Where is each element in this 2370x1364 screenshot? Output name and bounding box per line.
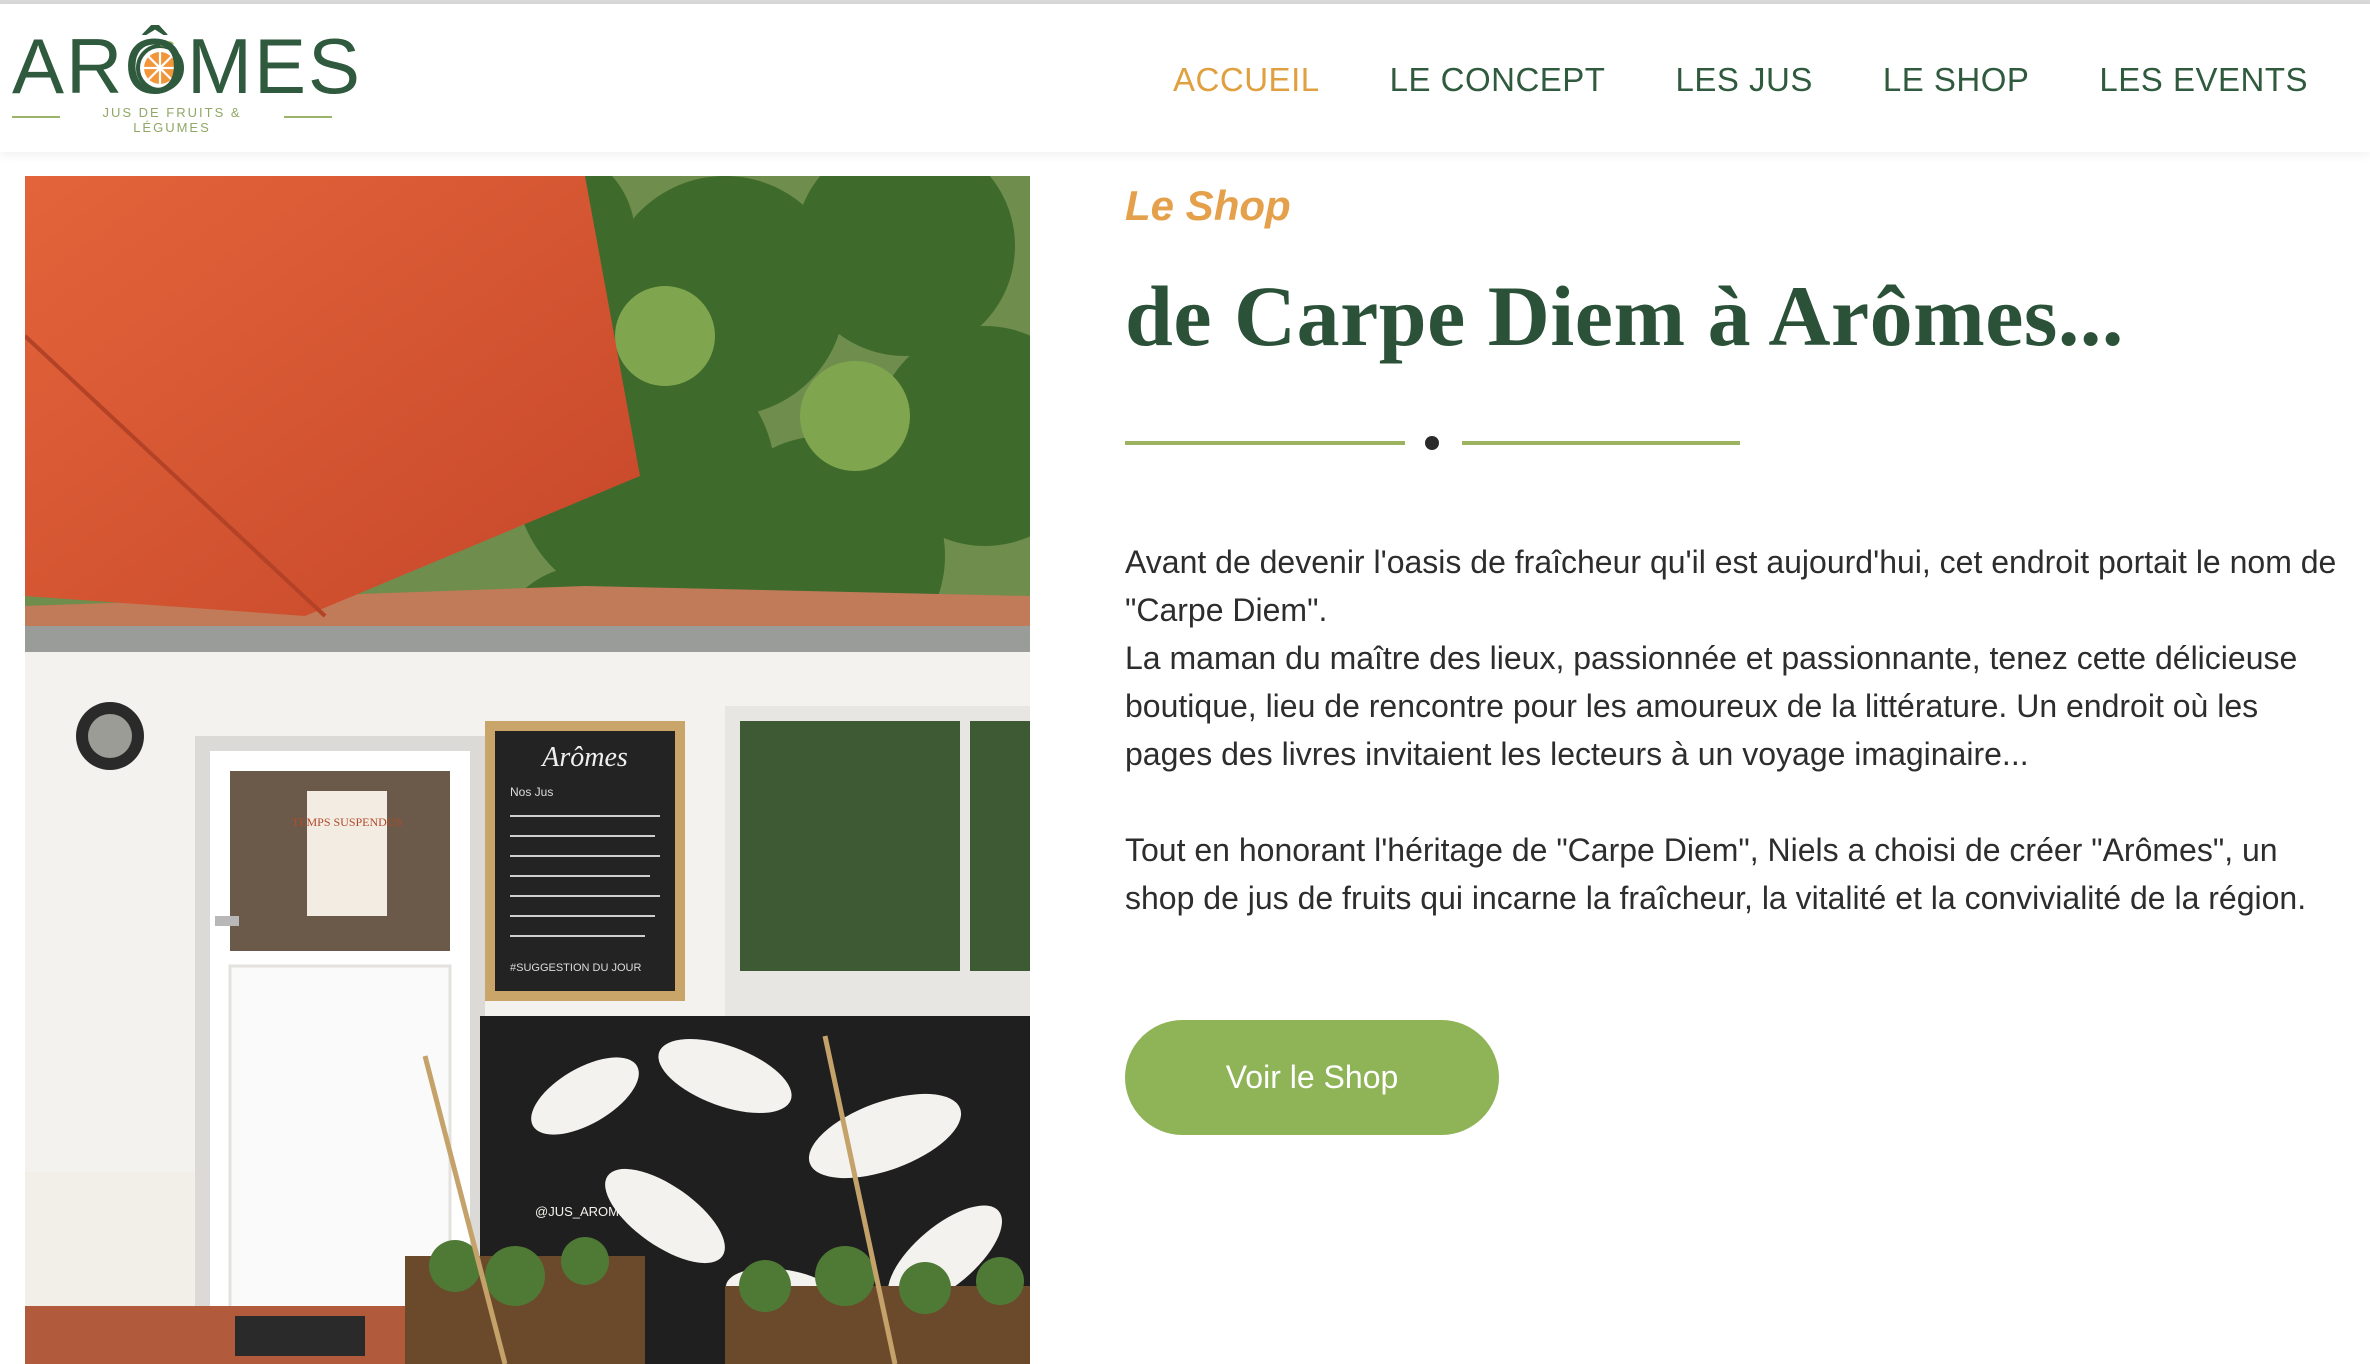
divider-dot — [1425, 436, 1439, 450]
nav-item-accueil[interactable]: ACCUEIL — [1173, 61, 1320, 99]
intro-paragraph: Avant de devenir l'oasis de fraîcheur qu… — [1125, 544, 2337, 772]
divider-line-left — [1125, 441, 1405, 445]
section-title: de Carpe Diem à Arômes... — [1125, 268, 2124, 364]
main-navigation: ACCUEIL LE CONCEPT LES JUS LE SHOP LES E… — [1173, 60, 2308, 100]
shop-storefront-photo: TEMPS SUSPENDUS Arômes Nos Jus #SUGGESTI… — [25, 176, 1030, 1364]
storefront-illustration: TEMPS SUSPENDUS Arômes Nos Jus #SUGGESTI… — [25, 176, 1030, 1364]
voir-le-shop-button[interactable]: Voir le Shop — [1125, 1020, 1499, 1135]
brand-wordmark: ARÔMES — [12, 22, 363, 110]
chalkboard-subtitle: Nos Jus — [510, 785, 553, 799]
tagline-rule-right — [284, 116, 332, 118]
tagline-rule-left — [12, 116, 60, 118]
wall-tag-text: @JUS_AROMES — [535, 1204, 637, 1219]
section-kicker: Le Shop — [1125, 182, 1291, 229]
nav-item-les-events[interactable]: LES EVENTS — [2099, 61, 2308, 99]
chalkboard-title: Arômes — [540, 742, 628, 773]
nav-item-le-concept[interactable]: LE CONCEPT — [1390, 61, 1606, 99]
nav-item-les-jus[interactable]: LES JUS — [1675, 61, 1812, 99]
site-header: ARÔMES JUS DE FRUITS & LÉGUMES ACCUEIL L… — [0, 4, 2370, 152]
title-divider — [1125, 432, 1740, 452]
nav-item-le-shop[interactable]: LE SHOP — [1883, 61, 2030, 99]
divider-line-right — [1462, 441, 1740, 445]
chalkboard-footer: #SUGGESTION DU JOUR — [510, 962, 641, 974]
brand-tagline: JUS DE FRUITS & LÉGUMES — [102, 105, 242, 135]
heritage-paragraph: Tout en honorant l'héritage de "Carpe Di… — [1125, 832, 2307, 916]
door-poster-text: TEMPS SUSPENDUS — [292, 815, 402, 829]
brand-logo[interactable]: ARÔMES JUS DE FRUITS & LÉGUMES — [12, 22, 363, 135]
